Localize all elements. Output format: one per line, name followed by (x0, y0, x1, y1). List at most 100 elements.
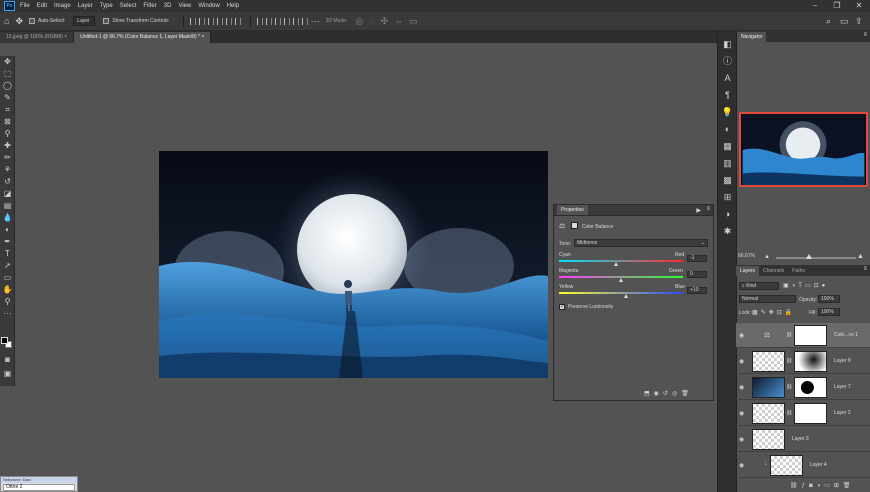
add-mask-icon[interactable]: ◙ (809, 483, 817, 489)
distribute-bottom-icon[interactable] (274, 17, 281, 25)
hand-tool-icon[interactable]: ✋ (0, 284, 15, 296)
3d-pan-icon[interactable]: ✣ (381, 16, 389, 27)
screen-mode-icon[interactable]: ▣ (0, 368, 15, 380)
panel-menu-icon[interactable]: ≡ (863, 32, 867, 38)
menu-select[interactable]: Select (120, 3, 137, 9)
zoom-out-icon[interactable]: ▲ (764, 254, 770, 260)
move-tool-icon[interactable]: ✥ (0, 56, 15, 68)
layer-thumbnail[interactable] (752, 377, 785, 398)
layer-thumbnail[interactable] (752, 403, 785, 424)
more-options-icon[interactable]: ··· (311, 16, 320, 26)
visibility-eye-icon[interactable]: ◉ (739, 332, 744, 339)
visibility-eye-icon[interactable]: ◉ (739, 436, 744, 443)
yellow-blue-slider[interactable]: Yellow Blue +10 (559, 284, 709, 300)
delete-layer-icon[interactable]: 🗑 (843, 483, 855, 489)
3d-scale-icon[interactable]: ▭ (409, 16, 418, 27)
search-icon[interactable]: ⌕ (826, 16, 831, 27)
align-top-icon[interactable] (216, 17, 223, 25)
home-icon[interactable]: ⌂ (4, 16, 9, 26)
quick-select-tool-icon[interactable]: ✎ (0, 92, 15, 104)
clip-to-layer-icon[interactable]: ⬒ (644, 391, 654, 397)
shape-filter-icon[interactable]: ▭ (805, 283, 814, 289)
minimize-icon[interactable]: – (804, 0, 826, 12)
shape-tool-icon[interactable]: ▭ (0, 272, 15, 284)
document-canvas[interactable] (159, 151, 548, 378)
path-select-tool-icon[interactable]: ➚ (0, 260, 15, 272)
dodge-tool-icon[interactable]: ◐ (0, 224, 15, 236)
zoom-in-icon[interactable]: ▲ (857, 253, 864, 260)
doc-tab-15jpeg[interactable]: 15.jpeg @ 100% (RGB/8) × (0, 32, 75, 43)
layer-name[interactable]: Colo...ce 1 (834, 332, 858, 338)
foreground-color-swatch[interactable] (1, 337, 8, 344)
menu-help[interactable]: Help (227, 3, 239, 9)
layer-mask-thumbnail[interactable] (794, 351, 827, 372)
eraser-tool-icon[interactable]: ◪ (0, 188, 15, 200)
filter-toggle-icon[interactable]: ● (822, 283, 829, 289)
brush-tool-icon[interactable]: ✏ (0, 152, 15, 164)
distribute-hcenter-icon[interactable] (292, 17, 299, 25)
layer-name[interactable]: Layer 9 (834, 358, 851, 364)
blur-tool-icon[interactable]: 💧 (0, 212, 15, 224)
history-brush-icon[interactable]: ↺ (0, 176, 15, 188)
layer-mask-icon[interactable] (571, 222, 578, 229)
link-layers-icon[interactable]: ⛓ (790, 483, 802, 489)
preserve-luminosity-checkbox[interactable]: ✓ (559, 304, 565, 310)
zoom-slider-thumb[interactable] (806, 254, 812, 259)
type-filter-icon[interactable]: T (798, 283, 805, 289)
zoom-slider[interactable] (776, 257, 856, 259)
pen-tool-icon[interactable]: ✒ (0, 236, 15, 248)
tab-navigator[interactable]: Navigator (737, 32, 767, 42)
menu-filter[interactable]: Filter (143, 3, 156, 9)
menu-layer[interactable]: Layer (78, 3, 93, 9)
maximize-icon[interactable]: ❐ (826, 0, 848, 12)
pixel-filter-icon[interactable]: ▣ (783, 283, 792, 289)
visibility-eye-icon[interactable]: ◉ (739, 462, 744, 469)
lasso-tool-icon[interactable]: ◯ (0, 80, 15, 92)
tab-channels[interactable]: Channels (759, 266, 788, 276)
layer-thumbnail[interactable] (770, 455, 803, 476)
quick-mask-icon[interactable]: ◙ (0, 354, 15, 366)
menu-file[interactable]: File (20, 3, 30, 9)
styles-icon[interactable]: ✱ (718, 223, 737, 240)
smart-filter-icon[interactable]: ⊡ (814, 283, 822, 289)
healing-tool-icon[interactable]: ✚ (0, 140, 15, 152)
slider-track[interactable] (559, 260, 683, 262)
magenta-green-slider[interactable]: Magenta Green 0 (559, 268, 709, 284)
crop-tool-icon[interactable]: ⌗ (0, 104, 15, 116)
layer-mask-thumbnail[interactable] (794, 325, 827, 346)
align-hcenter-icon[interactable] (198, 17, 205, 25)
move-tool-icon[interactable]: ✥ (15, 16, 23, 27)
libraries-icon[interactable]: ⊞ (718, 189, 737, 206)
new-group-icon[interactable]: ▭ (824, 483, 834, 489)
new-layer-icon[interactable]: ⊞ (834, 483, 843, 489)
layer-thumbnail[interactable] (752, 429, 785, 450)
history-icon[interactable]: ◧ (718, 36, 737, 53)
lightbulb-icon[interactable]: 💡 (718, 104, 737, 121)
frame-tool-icon[interactable]: ⊠ (0, 116, 15, 128)
chain-link-icon[interactable]: ⛓ (786, 384, 792, 390)
blend-mode-select[interactable]: Normal (739, 295, 796, 303)
info-icon[interactable]: ⓘ (718, 53, 737, 70)
distribute-left-icon[interactable] (283, 17, 290, 25)
lock-all-icon[interactable]: 🔒 (785, 310, 795, 316)
layer-row[interactable]: ◉ ⛓ Layer 2 (736, 401, 870, 426)
swatches-icon[interactable]: ▦ (718, 138, 737, 155)
share-icon[interactable]: ⇪ (855, 16, 863, 27)
stamp-tool-icon[interactable]: ⚘ (0, 164, 15, 176)
menu-window[interactable]: Window (198, 3, 219, 9)
fx-icon[interactable]: ƒ (802, 483, 809, 489)
chain-link-icon[interactable]: ⛓ (786, 332, 792, 338)
menu-type[interactable]: Type (100, 3, 113, 9)
patterns-icon[interactable]: ▩ (718, 172, 737, 189)
navigator-thumbnail[interactable] (739, 112, 868, 187)
layer-row[interactable]: ◉ ↓ Layer 4 (736, 453, 870, 478)
layer-mask-thumbnail[interactable] (794, 403, 827, 424)
opacity-field[interactable]: 100% (818, 295, 840, 303)
slider-value-field[interactable]: 0 (687, 271, 707, 278)
align-right-icon[interactable] (207, 17, 214, 25)
layer-thumbnail[interactable] (752, 351, 785, 372)
navigator-zoom-value[interactable]: 66.67% (738, 253, 755, 259)
delete-icon[interactable]: 🗑 (681, 391, 693, 397)
reset-icon[interactable]: ↺ (663, 391, 672, 397)
lock-paint-icon[interactable]: ✎ (761, 310, 769, 316)
